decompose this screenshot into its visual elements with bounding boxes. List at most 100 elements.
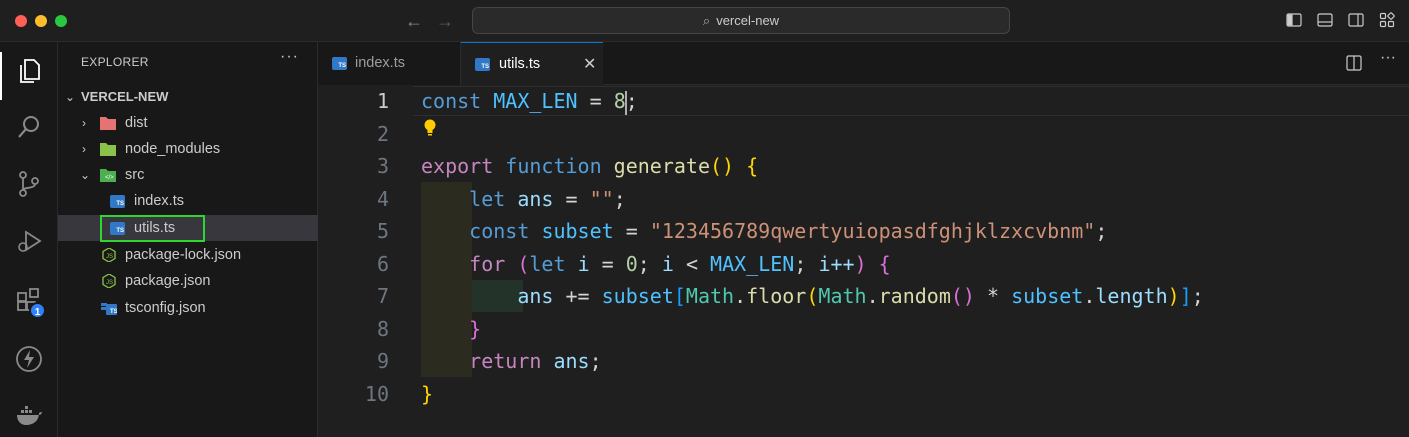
token-punct: ; — [1191, 284, 1204, 308]
token-identifier: ans — [517, 284, 554, 308]
code-line-9: return ans; — [421, 345, 602, 378]
lightning-icon[interactable] — [14, 344, 44, 374]
toggle-panel-icon[interactable] — [1317, 12, 1333, 28]
search-icon: ⌕ — [702, 13, 711, 28]
token-string: "" — [589, 186, 614, 211]
tree-item-dist[interactable]: › dist — [58, 110, 318, 136]
line-number: 2 — [376, 121, 389, 146]
tree-item-src[interactable]: ⌄ </> src — [58, 162, 318, 188]
token-operator: < — [673, 251, 711, 276]
token-class: Math — [685, 284, 735, 308]
toggle-primary-sidebar-icon[interactable] — [1286, 12, 1302, 28]
folder-src-icon: </> — [100, 169, 116, 182]
token-function: random — [878, 284, 951, 308]
token-operator: += — [553, 284, 602, 308]
typescript-file-icon — [475, 58, 490, 71]
title-bar: ← → ⌕ vercel-new — [0, 0, 1409, 42]
token-operator: = — [577, 89, 614, 113]
tsconfig-icon: TS — [101, 303, 117, 315]
line-number: 9 — [376, 349, 389, 373]
tree-item-label: node_modules — [125, 141, 221, 157]
tree-item-tsconfig-json[interactable]: TS tsconfig.json — [58, 295, 318, 321]
explorer-more-actions-button[interactable]: ··· — [280, 48, 299, 66]
folder-node-icon — [100, 143, 116, 156]
token-operator: = — [589, 251, 626, 276]
chevron-right-icon: › — [82, 116, 86, 130]
tab-index-ts[interactable]: index.ts — [318, 42, 461, 85]
source-control-icon[interactable] — [14, 169, 44, 199]
token-operator: * — [974, 284, 1012, 308]
minimize-window-button[interactable] — [35, 15, 47, 27]
close-icon[interactable]: ✕ — [583, 43, 596, 86]
tree-item-label: package-lock.json — [125, 247, 242, 263]
token-keyword: export — [421, 154, 494, 178]
forward-arrow-icon[interactable]: → — [436, 9, 454, 33]
token-keyword: for — [469, 251, 506, 276]
token-function: generate — [613, 154, 710, 178]
run-debug-icon[interactable] — [14, 226, 44, 256]
docker-icon[interactable] — [14, 400, 44, 430]
token-constant: MAX_LEN — [493, 89, 578, 113]
token-number: 0 — [625, 251, 638, 276]
svg-text:JS: JS — [106, 280, 113, 286]
token-keyword: const — [421, 89, 482, 113]
active-view-indicator — [0, 52, 2, 100]
extensions-badge: 1 — [29, 302, 46, 319]
lightbulb-icon[interactable] — [422, 117, 438, 139]
search-view-icon[interactable] — [14, 112, 44, 142]
token-punct: ; — [625, 89, 638, 113]
tree-root-vercel-new[interactable]: ⌄ VERCEL-NEW — [58, 84, 318, 110]
line-number: 5 — [376, 219, 389, 243]
token-punct: ; — [589, 349, 602, 373]
line-number: 8 — [376, 316, 389, 341]
line-number: 3 — [376, 154, 389, 178]
token-operator: = — [613, 219, 650, 243]
line-number: 7 — [376, 284, 389, 308]
tree-item-package-lock-json[interactable]: JS package-lock.json — [58, 242, 318, 268]
command-center-search[interactable]: ⌕ vercel-new — [472, 7, 1010, 34]
chevron-down-icon: ⌄ — [65, 90, 76, 104]
toggle-secondary-sidebar-icon[interactable] — [1348, 12, 1364, 28]
code-line-10: } — [421, 381, 434, 406]
code-line-1: const MAX_LEN = 8; — [421, 85, 638, 118]
tab-label: index.ts — [355, 55, 405, 71]
token-operator: = — [553, 186, 590, 211]
code-editor[interactable]: 1 2 3 4 5 6 7 8 9 10 const MAX_LEN = 8; … — [318, 85, 1409, 437]
tab-utils-ts[interactable]: utils.ts ✕ — [461, 42, 603, 85]
explorer-files-icon[interactable] — [14, 56, 44, 86]
code-line-6: for (let i = 0; i < MAX_LEN; i++) { — [469, 251, 891, 276]
tree-item-node-modules[interactable]: › node_modules — [58, 136, 318, 162]
chevron-right-icon: › — [82, 142, 86, 156]
token-keyword: function — [505, 154, 602, 178]
token-keyword: return — [469, 349, 542, 373]
svg-text:</>: </> — [105, 175, 114, 181]
tree-item-package-json[interactable]: JS package.json — [58, 268, 318, 294]
tree-item-index-ts[interactable]: index.ts — [58, 188, 318, 214]
tree-item-label: src — [125, 167, 145, 183]
split-editor-icon[interactable] — [1345, 54, 1363, 72]
code-line-4: let ans = ""; — [421, 183, 626, 216]
maximize-window-button[interactable] — [55, 15, 67, 27]
token-identifier: subset — [541, 219, 614, 243]
token-punct: ; — [1095, 219, 1108, 243]
npm-json-icon: JS — [102, 274, 116, 288]
customize-layout-icon[interactable] — [1379, 12, 1395, 28]
editor-more-actions-button[interactable]: ··· — [1380, 49, 1396, 67]
line-number: 10 — [364, 381, 389, 406]
token-punct: ; — [613, 186, 626, 211]
typescript-file-icon — [110, 195, 125, 208]
highlight-box — [100, 215, 205, 242]
activity-bar: 1 — [0, 42, 58, 437]
close-window-button[interactable] — [15, 15, 27, 27]
tree-item-label: index.ts — [134, 193, 184, 209]
editor-tab-bar: index.ts utils.ts ✕ ··· — [318, 42, 1409, 85]
token-keyword: const — [469, 219, 530, 243]
code-line-3: export function generate() { — [421, 154, 759, 178]
typescript-file-icon — [332, 57, 347, 70]
back-arrow-icon[interactable]: ← — [405, 9, 423, 33]
svg-text:TS: TS — [110, 309, 117, 315]
chevron-down-icon: ⌄ — [80, 168, 91, 182]
token-identifier: ans — [553, 349, 590, 373]
token-identifier: subset — [601, 284, 674, 308]
command-center-label: vercel-new — [716, 13, 780, 28]
